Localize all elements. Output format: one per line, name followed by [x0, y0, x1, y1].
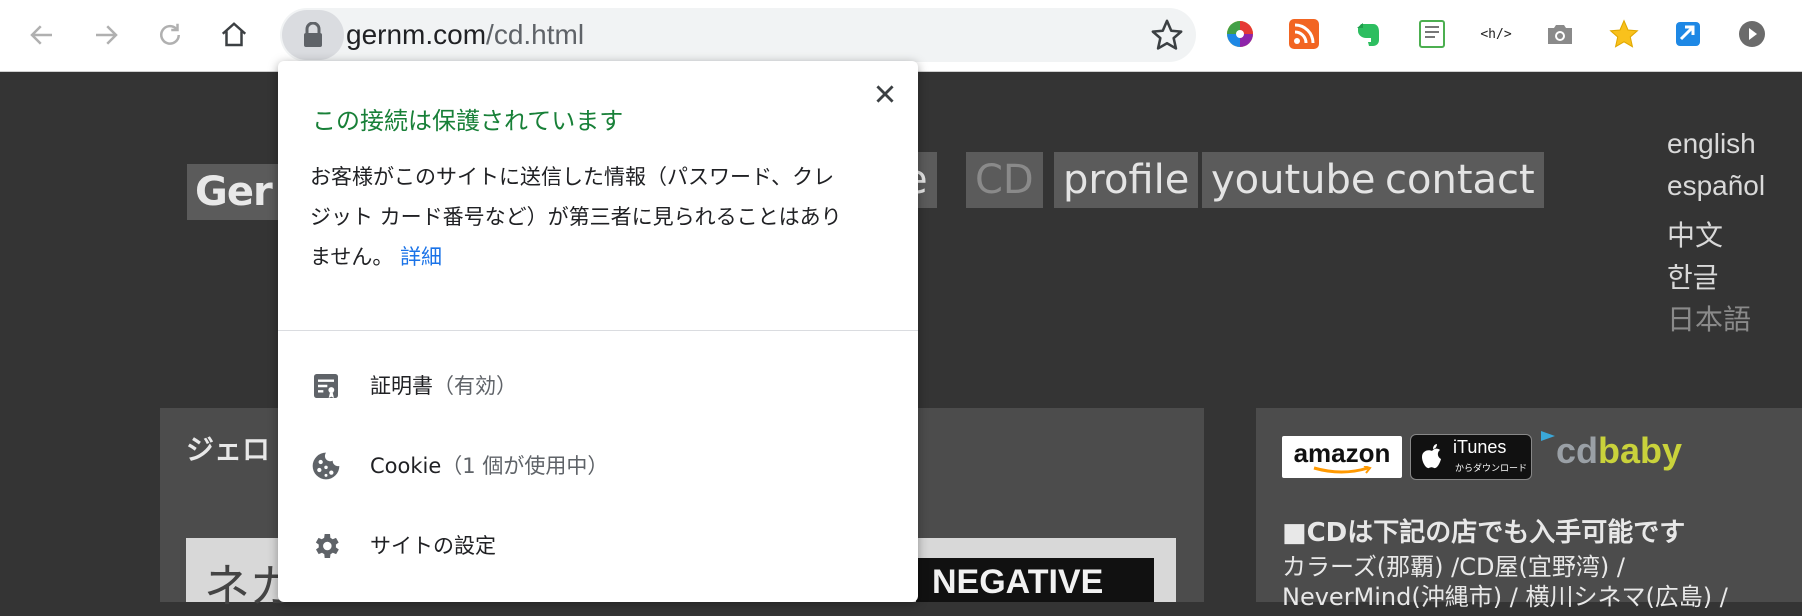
- amazon-smile-icon: [1313, 466, 1372, 474]
- cookie-icon: [312, 452, 340, 480]
- tab-manager-extension[interactable]: [1670, 16, 1706, 52]
- itunes-badge[interactable]: iTunes からダウンロード: [1410, 434, 1532, 480]
- store-list-line-1: カラーズ(那覇) /CD屋(宜野湾) /: [1282, 553, 1625, 581]
- certificate-status: （有効）: [433, 374, 517, 398]
- reload-button[interactable]: [152, 17, 188, 53]
- itunes-label: iTunes: [1453, 437, 1507, 457]
- rss-extension[interactable]: [1286, 16, 1322, 52]
- cookie-label: Cookie: [370, 454, 442, 478]
- nav-item-contact[interactable]: contact: [1376, 152, 1544, 208]
- back-arrow-icon: [30, 25, 52, 45]
- lang-japanese[interactable]: 日本語: [1667, 298, 1751, 338]
- negative-cover-image[interactable]: NEGATIVE: [916, 558, 1154, 602]
- amazon-logo[interactable]: amazon: [1282, 436, 1402, 478]
- lang-spanish[interactable]: español: [1667, 170, 1765, 202]
- certificate-icon: [314, 374, 338, 398]
- nav-item-profile[interactable]: profile: [1054, 152, 1199, 208]
- connection-secure-description: お客様がこのサイトに送信した情報（パスワード、クレ ジット カード番号など）が第…: [310, 157, 890, 277]
- forward-button[interactable]: [88, 17, 124, 53]
- site-info-popup: この接続は保護されています お客様がこのサイトに送信した情報（パスワード、クレ …: [278, 61, 918, 602]
- itunes-sub-label: からダウンロード: [1455, 464, 1528, 474]
- close-icon[interactable]: [872, 81, 898, 107]
- nav-item-cd[interactable]: CD: [966, 152, 1043, 208]
- media-extension[interactable]: [1734, 16, 1770, 52]
- camera-icon: [1548, 25, 1572, 44]
- lock-icon: [304, 22, 322, 47]
- tab-manager-icon: [1676, 22, 1700, 46]
- popup-divider: [278, 330, 918, 331]
- description-line-1: お客様がこのサイトに送信した情報（パスワード、クレ: [310, 165, 835, 189]
- store-list: カラーズ(那覇) /CD屋(宜野湾) / NeverMind(沖縄市) / 横川…: [1282, 552, 1728, 612]
- store-list-title: ■CDは下記の店でも入手可能です: [1282, 518, 1686, 548]
- details-link[interactable]: 詳細: [400, 245, 442, 269]
- site-settings-label: サイトの設定: [370, 534, 496, 558]
- bookmark-extension[interactable]: [1606, 16, 1642, 52]
- forward-arrow-icon: [96, 25, 118, 45]
- url-path: /cd.html: [486, 19, 585, 50]
- reload-icon: [160, 23, 180, 45]
- evernote-icon: [1357, 23, 1379, 46]
- code-tag-icon: <h/>: [1480, 26, 1512, 42]
- amazon-text: amazon: [1293, 438, 1391, 468]
- play-circle-icon: [1739, 21, 1765, 47]
- home-button[interactable]: [216, 17, 252, 53]
- cdbaby-arrow-icon: [1541, 431, 1555, 441]
- lang-chinese[interactable]: 中文: [1667, 214, 1723, 254]
- cdbaby-baby-text: baby: [1598, 430, 1683, 471]
- home-icon: [221, 22, 247, 47]
- url-host: gernm.com: [346, 19, 487, 50]
- screenshot-extension[interactable]: [1542, 16, 1578, 52]
- cdbaby-cd-text: cd: [1556, 430, 1599, 471]
- cookie-status: （1 個が使用中）: [441, 454, 609, 478]
- gold-star-icon: [1609, 19, 1639, 48]
- gear-icon: [315, 534, 339, 558]
- description-line-2: ジット カード番号など）が第三者に見られることはあり: [310, 205, 842, 229]
- code-tag-extension[interactable]: <h/>: [1478, 16, 1514, 52]
- evernote-extension[interactable]: [1350, 16, 1386, 52]
- nav-item-youtube[interactable]: youtube: [1202, 152, 1385, 208]
- back-button[interactable]: [24, 17, 60, 53]
- certificate-label: 証明書: [370, 374, 433, 398]
- html5-outline-extension[interactable]: [1414, 16, 1450, 52]
- store-list-line-2: NeverMind(沖縄市) / 横川シネマ(広島) /: [1282, 583, 1728, 611]
- site-info-button[interactable]: [282, 10, 344, 60]
- url-text[interactable]: gernm.com/cd.html: [346, 8, 584, 62]
- lang-english[interactable]: english: [1667, 128, 1756, 160]
- connection-secure-title: この接続は保護されています: [312, 107, 624, 135]
- omnibox[interactable]: gernm.com/cd.html: [280, 8, 1196, 62]
- color-picker-extension[interactable]: [1222, 16, 1258, 52]
- site-logo[interactable]: Ger: [187, 164, 291, 220]
- html5-outline-icon: [1419, 20, 1445, 48]
- main-heading: ジェロ: [186, 433, 271, 466]
- lang-korean[interactable]: 한글: [1667, 256, 1719, 296]
- bookmark-star-icon[interactable]: [1150, 18, 1184, 52]
- rss-icon: [1289, 19, 1319, 49]
- color-picker-icon: [1227, 21, 1253, 47]
- description-line-3: ません。: [310, 245, 394, 269]
- apple-logo-icon: [1422, 444, 1441, 469]
- cdbaby-logo[interactable]: cdbaby: [1540, 430, 1682, 472]
